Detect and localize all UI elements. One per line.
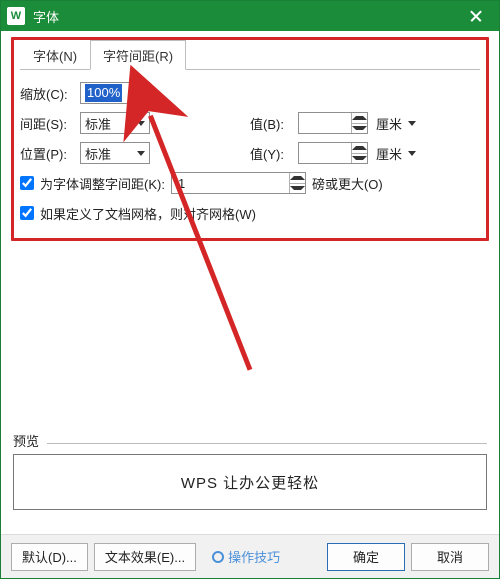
spacing-combo[interactable]: 标准	[80, 112, 150, 134]
preview-group: 预览 WPS 让办公更轻松	[13, 431, 487, 510]
tips-label: 操作技巧	[228, 547, 280, 566]
label-kerning-unit: 磅或更大(O)	[312, 174, 383, 193]
row-snap: 如果定义了文档网格，则对齐网格(W)	[20, 198, 480, 228]
highlight-box: 字体(N) 字符间距(R) 缩放(C): 100% 间距(S): 标准 值	[11, 37, 489, 241]
value-b-down[interactable]	[352, 123, 367, 134]
value-b-field[interactable]	[298, 112, 368, 134]
chevron-down-icon	[408, 151, 416, 156]
kerning-spinner[interactable]	[289, 173, 305, 193]
position-dropdown-button[interactable]	[133, 143, 149, 163]
scale-combo[interactable]: 100%	[80, 82, 150, 104]
titlebar: W 字体	[1, 1, 499, 31]
kerning-value: 1	[172, 176, 289, 191]
default-button[interactable]: 默认(D)...	[11, 543, 88, 571]
spacing-dropdown-button[interactable]	[133, 113, 149, 133]
tab-font[interactable]: 字体(N)	[20, 40, 90, 70]
preview-label: 预览	[13, 431, 487, 452]
label-scale: 缩放(C):	[20, 84, 80, 103]
value-b-spinner[interactable]	[351, 113, 367, 133]
client-area: 字体(N) 字符间距(R) 缩放(C): 100% 间距(S): 标准 值	[1, 31, 499, 578]
kerning-up[interactable]	[290, 173, 305, 183]
chevron-down-icon	[290, 186, 305, 190]
kerning-field[interactable]: 1	[171, 172, 306, 194]
row-scale: 缩放(C): 100%	[20, 78, 480, 108]
kerning-checkbox[interactable]	[20, 176, 34, 190]
label-value-y: 值(Y):	[250, 144, 298, 163]
unit-y-value: 厘米	[372, 144, 404, 163]
position-combo[interactable]: 标准	[80, 142, 150, 164]
chevron-up-icon	[352, 116, 367, 120]
value-y-spinner[interactable]	[351, 143, 367, 163]
row-spacing: 间距(S): 标准 值(B): 厘米	[20, 108, 480, 138]
preview-divider	[47, 443, 487, 444]
snap-checkbox[interactable]	[20, 206, 34, 220]
spacing-value: 标准	[81, 114, 133, 133]
unit-y-combo[interactable]: 厘米	[372, 142, 420, 164]
label-value-b: 值(B):	[250, 114, 298, 133]
chevron-down-icon	[352, 156, 367, 160]
close-button[interactable]	[453, 1, 499, 31]
tips-link[interactable]: 操作技巧	[202, 543, 290, 571]
value-y-field[interactable]	[298, 142, 368, 164]
font-dialog: W 字体 字体(N) 字符间距(R) 缩放(C): 100% 间距(S):	[0, 0, 500, 579]
preview-text: WPS 让办公更轻松	[181, 472, 319, 493]
kerning-down[interactable]	[290, 183, 305, 194]
text-effects-button[interactable]: 文本效果(E)...	[94, 543, 196, 571]
chevron-down-icon	[408, 121, 416, 126]
label-position: 位置(P):	[20, 144, 80, 163]
ok-button[interactable]: 确定	[327, 543, 405, 571]
preview-box: WPS 让办公更轻松	[13, 454, 487, 510]
label-snap: 如果定义了文档网格，则对齐网格(W)	[40, 204, 256, 223]
chevron-down-icon	[137, 121, 145, 126]
value-y-up[interactable]	[352, 143, 367, 153]
scale-dropdown-button[interactable]	[133, 83, 149, 103]
unit-b-value: 厘米	[372, 114, 404, 133]
chevron-up-icon	[352, 146, 367, 150]
window-title: 字体	[33, 7, 59, 26]
row-position: 位置(P): 标准 值(Y): 厘米	[20, 138, 480, 168]
row-kerning: 为字体调整字间距(K): 1 磅或更大(O)	[20, 168, 480, 198]
tabstrip: 字体(N) 字符间距(R)	[20, 42, 480, 70]
cancel-button[interactable]: 取消	[411, 543, 489, 571]
value-y-down[interactable]	[352, 153, 367, 164]
scale-value: 100%	[81, 84, 133, 102]
label-spacing: 间距(S):	[20, 114, 80, 133]
value-b-up[interactable]	[352, 113, 367, 123]
unit-b-combo[interactable]: 厘米	[372, 112, 420, 134]
chevron-down-icon	[352, 126, 367, 130]
app-icon: W	[7, 7, 25, 25]
position-value: 标准	[81, 144, 133, 163]
chevron-down-icon	[137, 91, 145, 96]
close-icon	[470, 10, 482, 22]
chevron-down-icon	[137, 151, 145, 156]
tab-spacing[interactable]: 字符间距(R)	[90, 40, 186, 70]
chevron-up-icon	[290, 176, 305, 180]
tips-icon	[212, 551, 224, 563]
label-kerning: 为字体调整字间距(K):	[40, 174, 165, 193]
button-bar: 默认(D)... 文本效果(E)... 操作技巧 确定 取消	[1, 534, 499, 578]
